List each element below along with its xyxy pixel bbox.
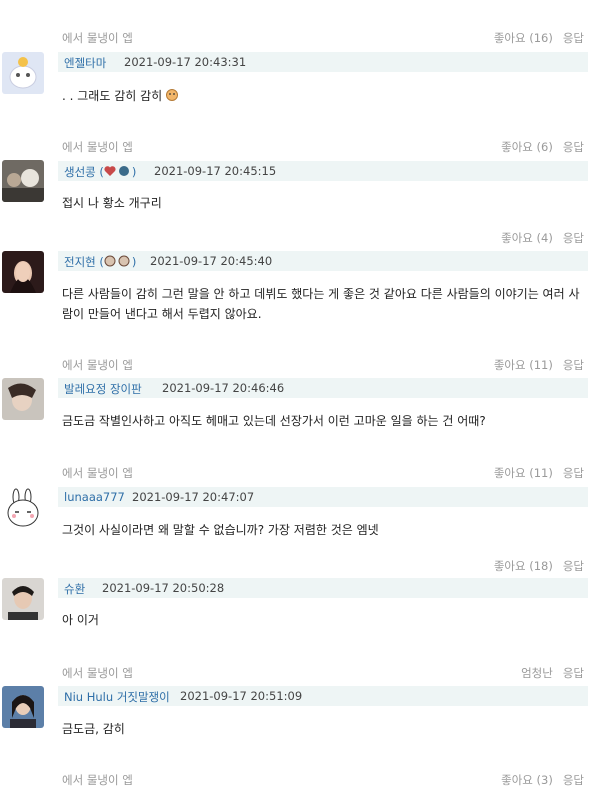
like-button[interactable]: 좋아요 (11) — [494, 466, 553, 480]
like-button[interactable]: 좋아요 (11) — [494, 358, 553, 372]
badge-icons — [104, 255, 132, 270]
avatar[interactable] — [2, 578, 44, 620]
comment-actions: 좋아요 (11) 응답 — [484, 465, 584, 481]
avatar[interactable] — [2, 487, 44, 529]
username-link[interactable]: 발레요정 장이판 — [64, 381, 142, 397]
comment-actions: 좋아요 (3) 응답 — [491, 772, 584, 788]
username-link[interactable]: 슈환 — [64, 581, 85, 597]
comment-meta-row: 에서 물냉이 엡 좋아요 (3) 응답 — [0, 770, 600, 788]
comment-header: 슈환 2021-09-17 20:50:28 — [58, 578, 588, 598]
comment-meta-row: 에서 물냉이 엡 엄청난 응답 — [0, 663, 600, 681]
comment-header: 발레요정 장이판 2021-09-17 20:46:46 — [58, 378, 588, 398]
timestamp: 2021-09-17 20:47:07 — [132, 490, 255, 504]
badge-icons — [104, 165, 132, 180]
comment-actions: 좋아요 (16) 응답 — [484, 30, 584, 46]
comment-source: 에서 물냉이 엡 — [62, 31, 133, 45]
reply-button[interactable]: 응답 — [563, 31, 584, 45]
username-link[interactable]: Niu Hulu 거짓말쟁이 — [64, 689, 170, 705]
avatar[interactable] — [2, 686, 44, 728]
emoji-icon — [166, 87, 178, 101]
like-button[interactable]: 좋아요 (18) — [494, 559, 553, 573]
comment-meta-row: 좋아요 (18) 응답 — [0, 556, 600, 574]
comment-source: 에서 물냉이 엡 — [62, 358, 133, 372]
comment-meta-row: 에서 물냉이 엡 좋아요 (11) 응답 — [0, 355, 600, 373]
comment-meta-row: 에서 물냉이 엡 좋아요 (16) 응답 — [0, 28, 600, 46]
comment-text: 금도금, 감히 — [62, 722, 125, 736]
comment-header: Niu Hulu 거짓말쟁이 2021-09-17 20:51:09 — [58, 686, 588, 706]
username-link[interactable]: 생선콩 () — [64, 164, 136, 180]
like-button[interactable]: 좋아요 (4) — [501, 231, 553, 245]
timestamp: 2021-09-17 20:45:15 — [154, 164, 277, 178]
comment-header: 엔젤타마 2021-09-17 20:43:31 — [58, 52, 588, 72]
comment-header: 생선콩 () 2021-09-17 20:45:15 — [58, 161, 588, 181]
timestamp: 2021-09-17 20:45:40 — [150, 254, 273, 268]
username-link[interactable]: 전지현 () — [64, 254, 136, 270]
like-button[interactable]: 좋아요 (16) — [494, 31, 553, 45]
comment-text: 그것이 사실이라면 왜 말할 수 없습니까? 가장 저렴한 것은 엠넷 — [62, 523, 379, 537]
avatar[interactable] — [2, 251, 44, 293]
comment-text-content: . . 그래도 감히 감히 — [62, 89, 163, 103]
comment-text: . . 그래도 감히 감히 — [62, 86, 582, 106]
like-button[interactable]: 엄청난 — [521, 666, 553, 680]
comment-text: 금도금 작별인사하고 아직도 헤매고 있는데 선장가서 이런 고마운 일을 하는… — [62, 414, 486, 428]
reply-button[interactable]: 응답 — [563, 231, 584, 245]
comment-meta-row: 에서 물냉이 엡 좋아요 (6) 응답 — [0, 137, 600, 155]
timestamp: 2021-09-17 20:51:09 — [180, 689, 303, 703]
reply-button[interactable]: 응답 — [563, 466, 584, 480]
comment-source: 에서 물냉이 엡 — [62, 140, 133, 154]
comment-actions: 좋아요 (18) 응답 — [484, 558, 584, 574]
comment-meta-row: 에서 물냉이 엡 좋아요 (11) 응답 — [0, 463, 600, 481]
username-link[interactable]: lunaaa777 — [64, 490, 125, 504]
comment-actions: 엄청난 응답 — [511, 665, 584, 681]
reply-button[interactable]: 응답 — [563, 140, 584, 154]
comment-source: 에서 물냉이 엡 — [62, 466, 133, 480]
username-link[interactable]: 엔젤타마 — [64, 55, 106, 71]
reply-button[interactable]: 응답 — [563, 666, 584, 680]
comment-text: 아 이거 — [62, 613, 99, 627]
comment-actions: 좋아요 (4) 응답 — [491, 230, 584, 246]
comment-source: 에서 물냉이 엡 — [62, 666, 133, 680]
timestamp: 2021-09-17 20:43:31 — [124, 55, 247, 69]
reply-button[interactable]: 응답 — [563, 559, 584, 573]
comment-text: 다른 사람들이 감히 그런 말을 안 하고 데뷔도 했다는 게 좋은 것 같아요… — [62, 287, 580, 321]
avatar[interactable] — [2, 160, 44, 202]
comment-actions: 좋아요 (6) 응답 — [491, 139, 584, 155]
reply-button[interactable]: 응답 — [563, 358, 584, 372]
comment-header: lunaaa777 2021-09-17 20:47:07 — [58, 487, 588, 507]
like-button[interactable]: 좋아요 (3) — [501, 773, 553, 787]
comment-actions: 좋아요 (11) 응답 — [484, 357, 584, 373]
comment-meta-row: 좋아요 (4) 응답 — [0, 228, 600, 246]
reply-button[interactable]: 응답 — [563, 773, 584, 787]
timestamp: 2021-09-17 20:50:28 — [102, 581, 225, 595]
timestamp: 2021-09-17 20:46:46 — [162, 381, 285, 395]
avatar[interactable] — [2, 52, 44, 94]
avatar[interactable] — [2, 378, 44, 420]
comment-header: 전지현 () 2021-09-17 20:45:40 — [58, 251, 588, 271]
like-button[interactable]: 좋아요 (6) — [501, 140, 553, 154]
comment-text: 접시 나 황소 개구리 — [62, 196, 162, 210]
comment-source: 에서 물냉이 엡 — [62, 773, 133, 787]
